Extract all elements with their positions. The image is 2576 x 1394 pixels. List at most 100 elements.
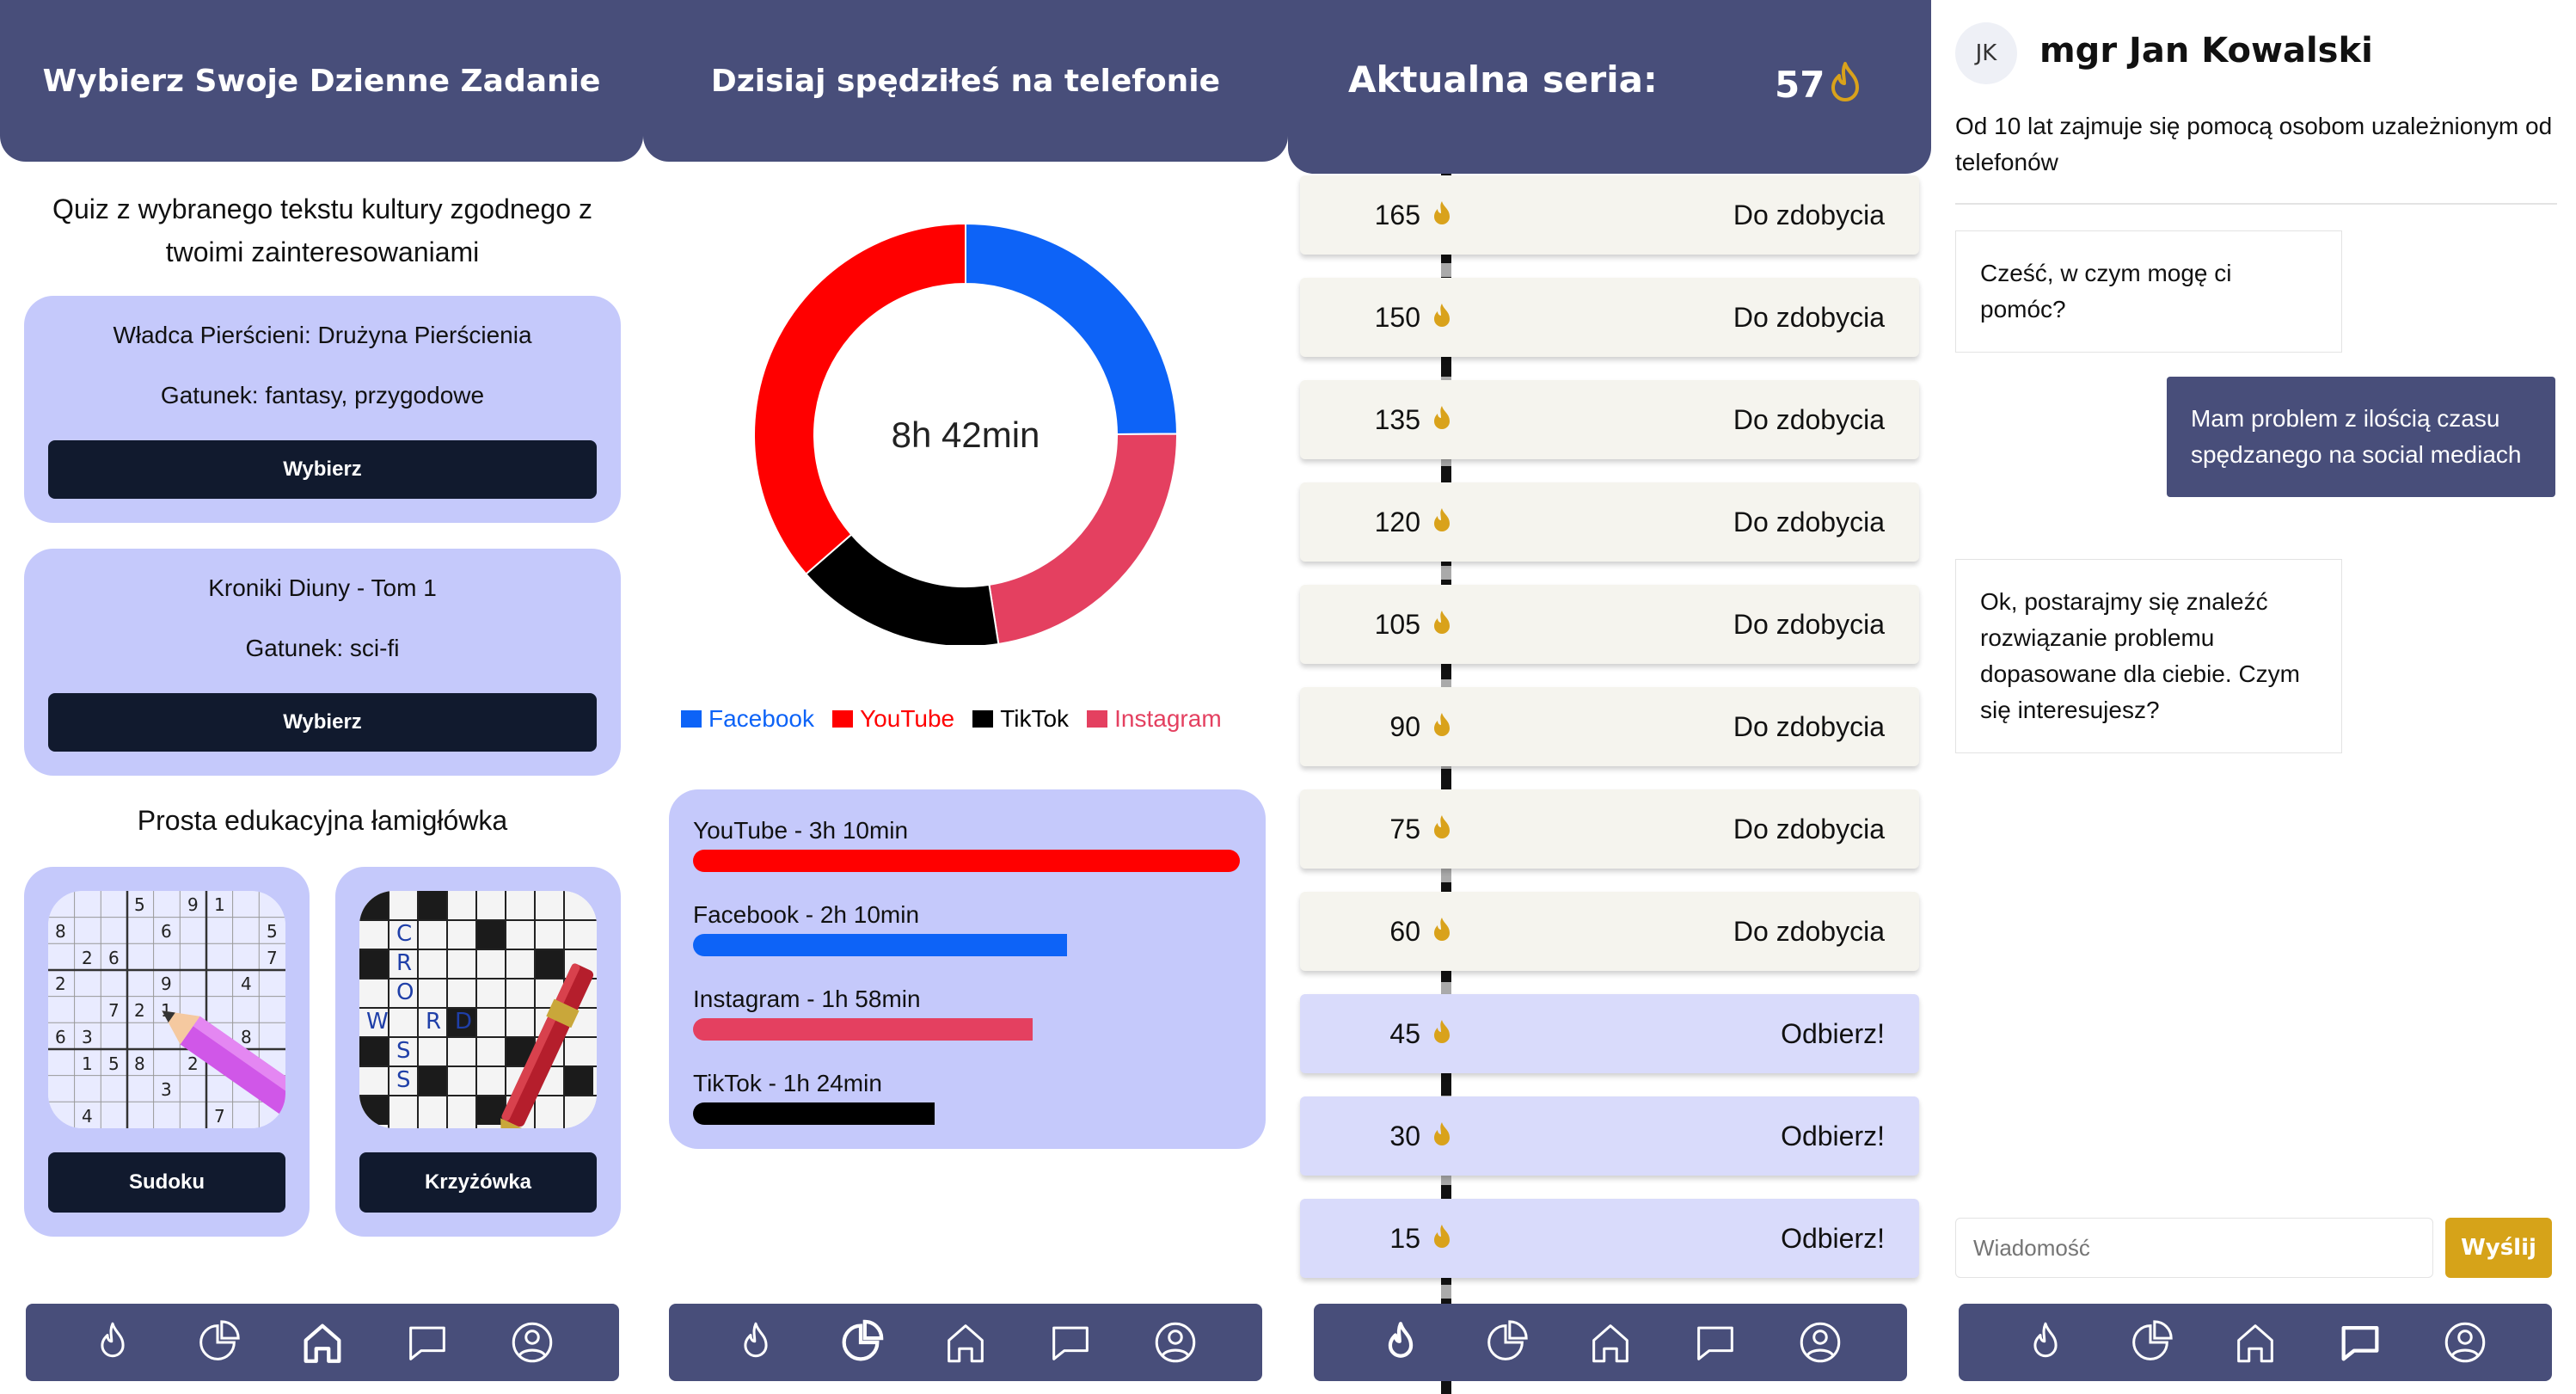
flame-icon[interactable] [1373,1315,1428,1370]
pie-chart-icon[interactable] [1478,1315,1533,1370]
streak-reward-locked: 75 Do zdobycia [1300,789,1919,869]
streak-status: Do zdobycia [1733,301,1885,333]
profile-icon[interactable] [1793,1315,1848,1370]
svg-text:1: 1 [214,894,225,915]
flame-icon [1434,406,1450,429]
sudoku-button[interactable]: Sudoku [48,1152,285,1213]
bar-youtube [693,850,1240,872]
flame-icon [1434,1122,1450,1145]
chat-icon[interactable] [1688,1315,1743,1370]
quiz-title: Władca Pierścieni: Drużyna Pierścienia [113,322,532,348]
streak-day: 165 [1374,199,1420,230]
send-button[interactable]: Wyślij [2445,1218,2552,1278]
flame-icon [1831,62,1859,101]
streak-reward-claim[interactable]: 30 Odbierz! [1300,1096,1919,1176]
chat-icon[interactable] [400,1315,455,1370]
profile-icon[interactable] [505,1315,560,1370]
bottom-nav [26,1304,619,1381]
bar-tiktok [693,1102,935,1125]
svg-text:3: 3 [161,1079,172,1100]
puzzle-intro: Prosta edukacyjna łamigłówka [137,805,508,836]
streak-status: Do zdobycia [1733,199,1885,230]
svg-text:R: R [426,1009,441,1035]
streak-day: 105 [1374,608,1420,640]
svg-text:2: 2 [134,1000,145,1021]
svg-text:S: S [396,1067,411,1093]
message-incoming: Ok, postarajmy się znaleźć rozwiązanie p… [1955,559,2342,753]
flame-icon[interactable] [2018,1315,2073,1370]
pie-chart-icon[interactable] [190,1315,245,1370]
bar-facebook [693,934,1068,956]
home-icon[interactable] [2228,1315,2283,1370]
streak-reward-claim[interactable]: 45 Odbierz! [1300,994,1919,1073]
chat-icon[interactable] [1043,1315,1098,1370]
svg-text:2: 2 [82,948,93,968]
svg-text:8: 8 [134,1053,145,1074]
home-icon[interactable] [295,1315,350,1370]
streak-label: Aktualna seria: [1348,58,1658,101]
home-icon[interactable] [938,1315,993,1370]
streak-reward-claim[interactable]: 15 Odbierz! [1300,1199,1919,1278]
crossword-button[interactable]: Krzyżówka [359,1152,597,1213]
svg-text:6: 6 [55,1027,66,1047]
quiz-genre: Gatunek: fantasy, przygodowe [160,382,485,408]
svg-text:2: 2 [187,1053,199,1074]
profile-icon[interactable] [2438,1315,2493,1370]
chat-icon[interactable] [2333,1315,2388,1370]
svg-text:7: 7 [214,1106,225,1127]
bar-label: Instagram - 1h 58min [693,986,921,1012]
bottom-nav [1314,1304,1907,1381]
bar-instagram [693,1018,1033,1041]
quiz-intro: Quiz z wybranego tekstu kultury zgodnego… [52,193,592,267]
svg-text:C: C [396,921,412,947]
svg-text:5: 5 [134,894,145,915]
streak-status: Do zdobycia [1733,710,1885,742]
flame-icon[interactable] [85,1315,140,1370]
svg-text:4: 4 [82,1106,93,1127]
quiz-card: Kroniki Diuny - Tom 1 Gatunek: sci-fi Wy… [24,549,621,776]
streak-day: 75 [1389,813,1420,844]
streak-reward-locked: 165 Do zdobycia [1300,175,1919,255]
screen-chat: JK mgr Jan Kowalski Od 10 lat zajmuje si… [1933,0,2576,1394]
divider [1955,203,2557,205]
streak-count: 57 [1775,64,1825,106]
pie-chart-icon[interactable] [833,1315,888,1370]
profile-icon[interactable] [1148,1315,1203,1370]
streak-reward-locked: 135 Do zdobycia [1300,380,1919,459]
streak-reward-locked: 105 Do zdobycia [1300,585,1919,664]
streak-day: 30 [1389,1120,1420,1151]
streak-day: 135 [1374,403,1420,435]
flame-icon [1434,1020,1450,1043]
streak-day: 120 [1374,506,1420,537]
streak-status: Do zdobycia [1733,506,1885,537]
page-title: Wybierz Swoje Dzienne Zadanie [42,63,601,99]
streak-status: Do zdobycia [1733,403,1885,435]
select-quiz-button[interactable]: Wybierz [48,693,597,752]
pie-chart-icon[interactable] [2123,1315,2178,1370]
home-icon[interactable] [1583,1315,1638,1370]
bar-label: TikTok - 1h 24min [693,1070,882,1096]
flame-icon [1434,611,1450,634]
streak-status: Odbierz! [1781,1120,1885,1151]
svg-text:2: 2 [55,973,66,994]
streak-status: Do zdobycia [1733,813,1885,844]
sudoku-image: 591 865 267 294 721 638 1582 3 47 [48,891,285,1128]
counselor-name: mgr Jan Kowalski [2039,31,2373,71]
select-quiz-button[interactable]: Wybierz [48,440,597,499]
streak-day: 15 [1389,1222,1420,1254]
counselor-bio: Od 10 lat zajmuje się pomocą osobom uzal… [1955,113,2553,175]
bar-label: Facebook - 2h 10min [693,901,920,928]
flame-icon[interactable] [728,1315,783,1370]
bottom-nav [1959,1304,2552,1381]
svg-text:4: 4 [241,973,252,994]
svg-text:1: 1 [82,1053,93,1074]
svg-text:7: 7 [267,948,278,968]
streak-reward-locked: 150 Do zdobycia [1300,278,1919,357]
svg-text:9: 9 [161,973,172,994]
svg-text:O: O [396,979,414,1005]
streak-status: Odbierz! [1781,1017,1885,1049]
message-input[interactable] [1955,1218,2433,1278]
streak-day: 60 [1389,915,1420,947]
avatar: JK [1955,22,2017,84]
bar-label: YouTube - 3h 10min [693,817,909,844]
